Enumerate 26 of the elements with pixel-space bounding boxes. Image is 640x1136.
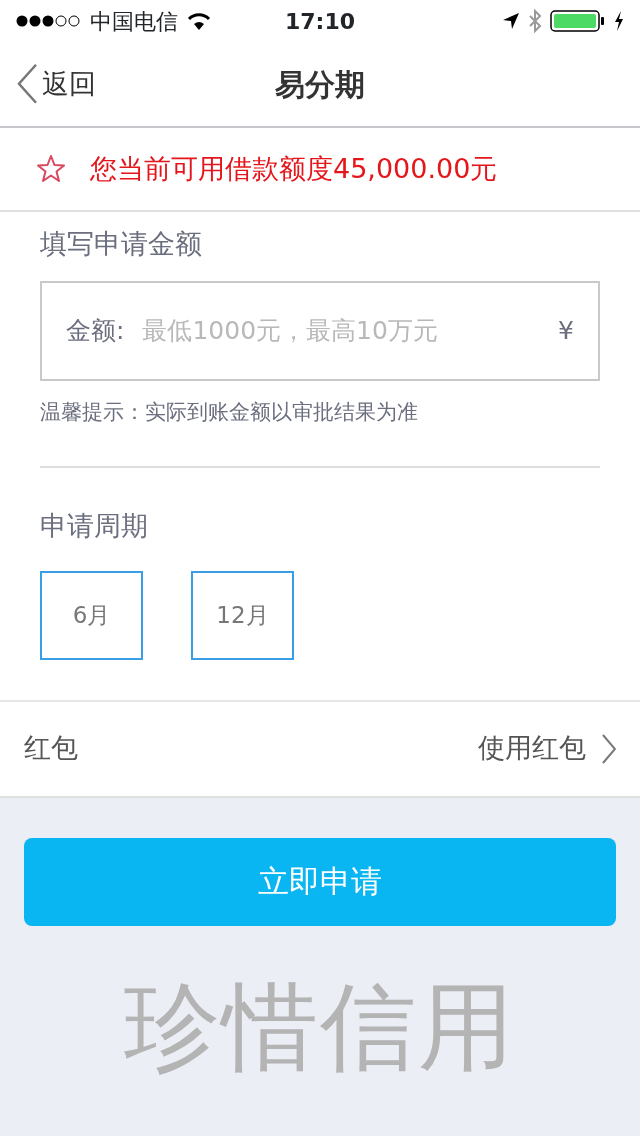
star-icon bbox=[36, 154, 66, 184]
wifi-icon bbox=[186, 11, 212, 31]
section-heading: 填写申请金额 bbox=[40, 227, 203, 261]
period-option[interactable]: 6月 bbox=[40, 570, 143, 660]
use-coupon-link[interactable]: 使用红包 bbox=[478, 728, 616, 769]
battery-icon bbox=[550, 10, 606, 32]
charging-icon bbox=[614, 11, 624, 31]
slogan-text: 珍惜信用 bbox=[123, 969, 517, 1085]
back-button[interactable]: 返回 bbox=[16, 63, 96, 105]
amount-label: 金额: bbox=[66, 314, 125, 347]
section-heading: 申请周期 bbox=[40, 509, 149, 543]
location-icon bbox=[502, 12, 520, 30]
coupon-label: 红包 bbox=[24, 731, 78, 766]
bluetooth-icon bbox=[528, 9, 542, 33]
chevron-right-icon bbox=[602, 733, 616, 764]
page-title: 易分期 bbox=[275, 65, 365, 104]
amount-field[interactable]: 金额: 最低1000元，最高10万元 ¥ bbox=[40, 280, 600, 381]
signal-icon bbox=[16, 14, 82, 28]
currency-symbol: ¥ bbox=[558, 314, 574, 347]
chevron-left-icon bbox=[16, 64, 38, 104]
period-option[interactable]: 12月 bbox=[191, 570, 294, 660]
credit-limit-notice: 您当前可用借款额度45,000.00元 bbox=[90, 151, 498, 186]
hint-text: 温馨提示：实际到账金额以审批结果为准 bbox=[40, 398, 419, 426]
carrier-name: 中国电信 bbox=[90, 7, 178, 36]
clock-time: 17:10 bbox=[285, 7, 355, 36]
amount-input[interactable]: 最低1000元，最高10万元 bbox=[140, 310, 543, 351]
